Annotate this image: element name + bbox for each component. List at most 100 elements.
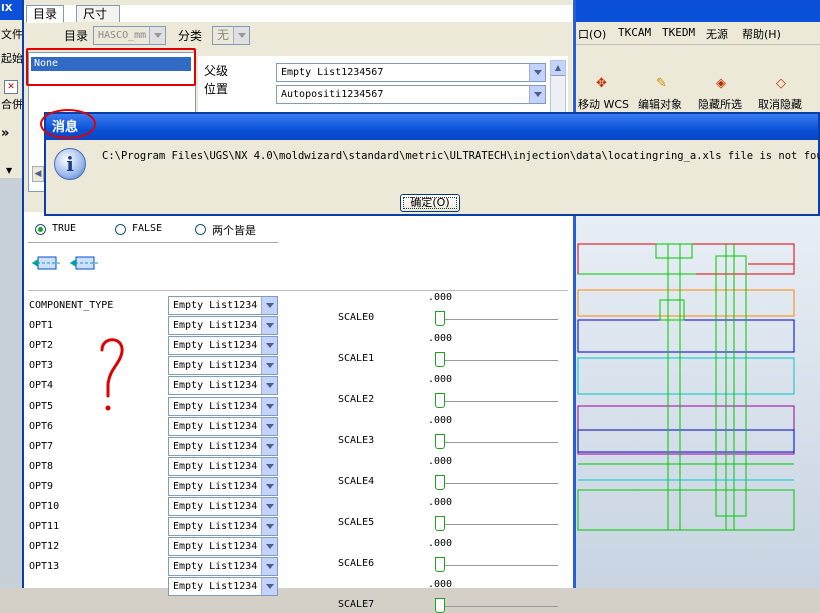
row-select[interactable]: Empty List1234 <box>168 456 278 476</box>
toolbar-hide-selected[interactable]: 隐藏所选 <box>698 96 742 112</box>
menu-passive[interactable]: 无源 <box>706 26 728 42</box>
chevron-down-icon[interactable] <box>261 357 277 375</box>
row-select[interactable]: Empty List1234 <box>168 497 278 516</box>
row-select[interactable]: Empty List1234 <box>168 577 278 597</box>
slider-track[interactable] <box>438 483 558 484</box>
slider-track[interactable] <box>438 606 558 607</box>
unhide-icon[interactable]: ◇ <box>776 76 786 91</box>
chevron-down-icon[interactable] <box>233 27 249 44</box>
menu-file[interactable]: 文件 <box>1 26 23 42</box>
slider-track[interactable] <box>438 442 558 443</box>
row-label: OPT9 <box>29 480 54 492</box>
ok-button[interactable]: 确定(O) <box>400 194 460 212</box>
arrow-component-icon[interactable] <box>70 256 100 270</box>
chevron-down-icon[interactable] <box>529 86 545 103</box>
radio-true[interactable] <box>35 224 46 235</box>
row-select[interactable]: Empty List1234 <box>168 396 278 416</box>
scroll-left-icon[interactable]: ◀ <box>32 166 44 182</box>
menu-tkedm[interactable]: TKEDM <box>662 26 695 39</box>
chevron-down-icon[interactable] <box>261 578 277 596</box>
scale-label: SCALE7 <box>338 599 375 610</box>
row-label: OPT6 <box>29 420 54 432</box>
chevron-down-icon[interactable] <box>261 518 277 536</box>
slider-thumb[interactable] <box>435 598 445 613</box>
chevron-down-icon[interactable]: ▼ <box>6 166 12 175</box>
slider-thumb[interactable] <box>435 393 445 408</box>
chevron-down-icon[interactable] <box>261 437 277 455</box>
category-select[interactable]: 无 <box>212 26 250 45</box>
toolbar-edit-object[interactable]: 编辑对象 <box>638 96 682 112</box>
slider-thumb[interactable] <box>435 434 445 449</box>
radio-false-label: FALSE <box>132 223 163 234</box>
tab-dimensions[interactable]: 尺寸 <box>76 5 120 22</box>
parent-select[interactable]: Empty List1234567 <box>276 63 546 82</box>
chevron-down-icon[interactable] <box>149 27 165 44</box>
slider-track[interactable] <box>438 565 558 566</box>
row-select[interactable]: Empty List1234 <box>168 557 278 577</box>
row-select[interactable]: Empty List1234 <box>168 537 278 557</box>
chevron-down-icon[interactable] <box>261 337 277 355</box>
catalog-select[interactable]: HASCO_mm <box>93 26 166 45</box>
chevron-down-icon[interactable] <box>261 397 277 415</box>
slider-thumb[interactable] <box>435 311 445 326</box>
slider-thumb[interactable] <box>435 352 445 367</box>
slider-track[interactable] <box>438 319 558 320</box>
hide-selected-icon[interactable]: ◈ <box>716 76 726 91</box>
chevron-down-icon[interactable] <box>261 417 277 435</box>
parent-select-value: Empty List1234567 <box>281 67 384 78</box>
slider-thumb[interactable] <box>435 516 445 531</box>
slider-track[interactable] <box>438 360 558 361</box>
close-x-icon[interactable]: ✕ <box>4 80 18 94</box>
chevron-more-icon[interactable]: » <box>1 126 9 141</box>
scale-label: SCALE1 <box>338 353 375 364</box>
toolbar-move-wcs[interactable]: 移动 WCS <box>578 96 629 112</box>
chevron-down-icon[interactable] <box>261 498 277 515</box>
slider-thumb[interactable] <box>435 557 445 572</box>
slider-track[interactable] <box>438 401 558 402</box>
position-select[interactable]: Autopositi1234567 <box>276 85 546 104</box>
graphics-canvas[interactable] <box>576 216 820 588</box>
toolbar-combine[interactable]: 合併 <box>1 96 23 112</box>
red-annotation-circle <box>40 109 96 139</box>
row-select[interactable]: Empty List1234 <box>168 316 278 336</box>
menu-help[interactable]: 帮助(H) <box>742 26 781 42</box>
row-select[interactable]: Empty List1234 <box>168 376 278 396</box>
tab-catalog[interactable]: 目录 <box>26 5 65 23</box>
edit-object-icon[interactable]: ✎ <box>656 76 667 91</box>
chevron-down-icon[interactable] <box>261 297 277 314</box>
row-select-value: Empty List1234 <box>173 561 258 573</box>
row-select[interactable]: Empty List1234 <box>168 336 278 356</box>
row-select[interactable]: Empty List1234 <box>168 356 278 376</box>
chevron-down-icon[interactable] <box>261 317 277 335</box>
move-wcs-icon[interactable]: ✥ <box>596 76 607 91</box>
chevron-down-icon[interactable] <box>261 538 277 556</box>
vertical-scrollbar[interactable]: ▲ <box>550 60 566 114</box>
chevron-down-icon[interactable] <box>261 558 277 576</box>
scale-value: .000 <box>428 292 453 303</box>
scroll-up-icon[interactable]: ▲ <box>551 61 565 76</box>
slider-track[interactable] <box>438 524 558 525</box>
row-select[interactable]: Empty List1234 <box>168 296 278 315</box>
chevron-down-icon[interactable] <box>529 64 545 81</box>
divider <box>28 290 568 291</box>
catalog-label: 目录 <box>64 29 89 43</box>
slider-thumb[interactable] <box>435 475 445 490</box>
menu-tkcam[interactable]: TKCAM <box>618 26 651 39</box>
arrow-component-icon[interactable] <box>32 256 62 270</box>
chevron-down-icon[interactable] <box>261 477 277 495</box>
row-select[interactable]: Empty List1234 <box>168 416 278 436</box>
row-select[interactable]: Empty List1234 <box>168 476 278 496</box>
menu-window[interactable]: 口(O) <box>578 26 606 42</box>
toolbar-unhide[interactable]: 取消隐藏 <box>758 96 802 112</box>
radio-false[interactable] <box>115 224 126 235</box>
radio-both[interactable] <box>195 224 206 235</box>
row-select[interactable]: Empty List1234 <box>168 517 278 537</box>
chevron-down-icon[interactable] <box>261 457 277 475</box>
scale-label: SCALE3 <box>338 435 375 446</box>
category-select-value: 无 <box>217 28 230 42</box>
row-label: OPT7 <box>29 440 54 452</box>
chevron-down-icon[interactable] <box>261 377 277 395</box>
menu-start[interactable]: 起始 <box>1 50 23 66</box>
row-select[interactable]: Empty List1234 <box>168 436 278 456</box>
app-title: IX <box>0 0 24 20</box>
